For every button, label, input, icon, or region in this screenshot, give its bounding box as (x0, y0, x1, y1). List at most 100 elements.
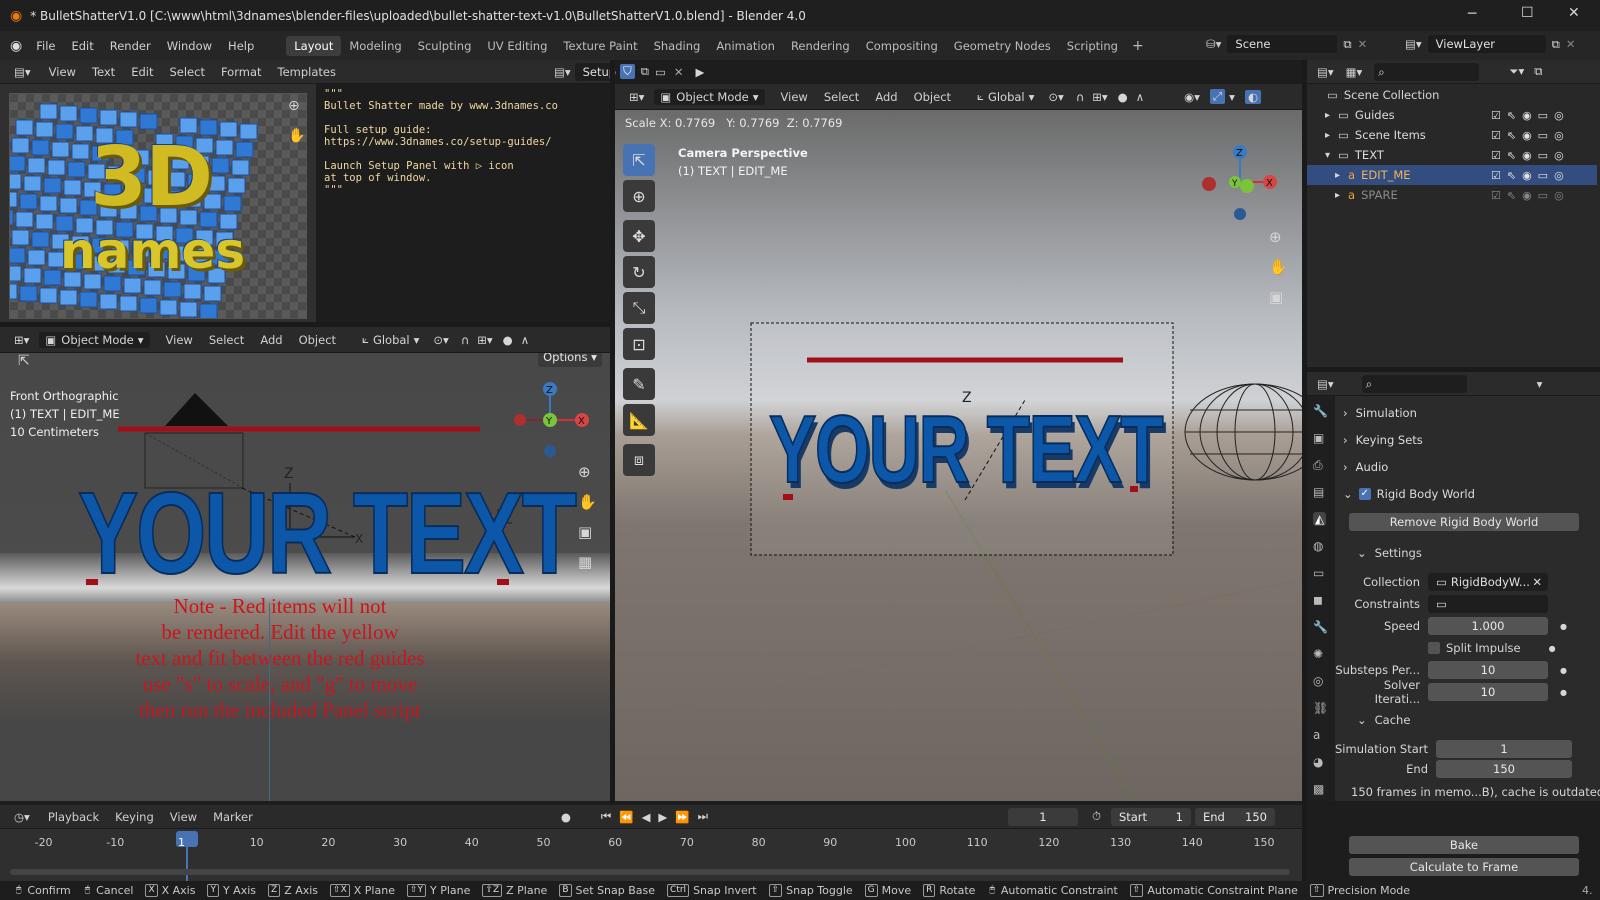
front-camera-icon[interactable]: ▣ (578, 523, 592, 541)
tab-rendering[interactable]: Rendering (783, 36, 858, 56)
camera-your-text[interactable]: YOUR TEXT (768, 399, 1164, 501)
tab-modeling[interactable]: Modeling (341, 36, 409, 56)
section-simulation[interactable]: › Simulation (1335, 402, 1600, 424)
front-your-text[interactable]: YOUR TEXT (77, 472, 578, 594)
preview-range-icon[interactable]: ⏱ (1092, 809, 1101, 824)
minimize-icon[interactable]: ─ (1468, 6, 1476, 22)
section-audio[interactable]: › Audio (1335, 456, 1600, 478)
collection-tab-icon[interactable]: ▭ (1313, 566, 1324, 580)
script-text[interactable]: """ Bullet Shatter made by www.3dnames.co… (324, 88, 558, 196)
menu-edit[interactable]: Edit (63, 39, 101, 53)
outliner-item-edit-me[interactable]: ▸ a EDIT_ME ☑⇖◉▭◎ (1307, 165, 1597, 185)
clear-collection-icon[interactable]: ✕ (1532, 573, 1542, 591)
editor-type-icon[interactable]: ▤▾ (14, 65, 31, 79)
section-cache[interactable]: ⌄ Cache (1335, 709, 1600, 731)
timeline-menu-marker[interactable]: Marker (205, 810, 261, 824)
solver-field[interactable]: 10 (1428, 683, 1548, 701)
viewport-type-icon[interactable]: ⊞▾ (629, 90, 644, 104)
play-icon[interactable]: ▶ (658, 810, 667, 824)
pivot-icon[interactable]: ⊙▾ (433, 333, 448, 347)
pan-hand-icon[interactable]: ✋ (288, 128, 305, 144)
prev-keyframe-icon[interactable]: ⏪ (619, 810, 633, 824)
properties-search-input[interactable]: ⌕ (1361, 374, 1467, 393)
timeline-menu-view[interactable]: View (162, 810, 205, 824)
collection-field[interactable]: ▭ RigidBodyW... ✕ (1428, 573, 1548, 591)
end-frame-field[interactable]: End 150 (1194, 807, 1275, 826)
front-menu-view[interactable]: View (158, 333, 201, 347)
falloff-icon[interactable]: ∧ (521, 333, 529, 347)
text-datablock-icon[interactable]: ▤▾ (554, 65, 571, 79)
jump-end-icon[interactable]: ⏭ (698, 809, 708, 824)
tab-geometry-nodes[interactable]: Geometry Nodes (946, 36, 1059, 56)
outliner-item-guides[interactable]: ▸ ▭ Guides ☑⇖◉▭◎ (1307, 105, 1597, 125)
world-tab-icon[interactable]: ◍ (1313, 539, 1323, 553)
visibility-icon[interactable]: ◉▾ (1184, 90, 1200, 104)
visibility-toggles-icon[interactable]: ☑⇖◉▭◎ (1491, 189, 1570, 202)
outliner-search-input[interactable]: ⌕ (1374, 62, 1480, 81)
menu-help[interactable]: Help (220, 39, 262, 53)
section-keying-sets[interactable]: › Keying Sets (1335, 429, 1600, 451)
properties-menu-icon[interactable]: ▾ (1537, 377, 1543, 391)
camera-orientation-select[interactable]: Global (988, 90, 1025, 104)
open-text-icon[interactable]: ▭ (655, 65, 666, 79)
current-frame-field[interactable]: 1 (1007, 807, 1078, 826)
menu-file[interactable]: File (28, 39, 63, 53)
particles-tab-icon[interactable]: ✺ (1313, 647, 1323, 661)
section-settings[interactable]: ⌄ Settings (1335, 542, 1600, 564)
data-tab-icon[interactable]: a (1313, 728, 1320, 742)
camera-menu-view[interactable]: View (773, 90, 816, 104)
filter-icon[interactable]: ⏷▾ (1509, 64, 1524, 79)
scene-remove-icon[interactable]: ✕ (1358, 37, 1368, 51)
keyframe-dot-icon[interactable]: ● (1560, 688, 1567, 697)
camera-menu-object[interactable]: Object (906, 90, 959, 104)
area-splitter[interactable] (610, 60, 615, 805)
auto-key-icon[interactable]: ● (561, 810, 571, 824)
fake-user-icon[interactable]: ⛉ (620, 64, 635, 79)
add-workspace-icon[interactable]: + (1132, 38, 1144, 54)
gizmo-toggle-icon[interactable]: ⤢ (1209, 89, 1226, 104)
snap-target-icon[interactable]: ⊞▾ (477, 333, 492, 347)
camera-menu-select[interactable]: Select (816, 90, 867, 104)
substeps-field[interactable]: 10 (1428, 661, 1548, 679)
run-script-icon[interactable]: ▶ (695, 65, 704, 79)
text-menu-templates[interactable]: Templates (270, 65, 344, 79)
tab-animation[interactable]: Animation (708, 36, 783, 56)
outliner-item-text[interactable]: ▾ ▭ TEXT ☑⇖◉▭◎ (1307, 145, 1597, 165)
menu-window[interactable]: Window (159, 39, 220, 53)
keyframe-dot-icon[interactable]: ● (1549, 644, 1556, 653)
close-window-icon[interactable]: ✕ (1568, 5, 1580, 21)
visibility-toggles-icon[interactable]: ☑⇖◉▭◎ (1491, 169, 1570, 182)
camera-zoom-icon[interactable]: ⊕ (1269, 228, 1282, 246)
tab-sculpting[interactable]: Sculpting (410, 36, 480, 56)
visibility-toggles-icon[interactable]: ☑⇖◉▭◎ (1491, 109, 1570, 122)
tab-compositing[interactable]: Compositing (858, 36, 946, 56)
front-zoom-icon[interactable]: ⊕ (578, 463, 591, 481)
scene-selector[interactable]: ⛁▾ Scene ⧉ ✕ (1206, 35, 1367, 53)
area-splitter[interactable] (0, 322, 610, 327)
viewlayer-remove-icon[interactable]: ✕ (1566, 37, 1576, 51)
material-tab-icon[interactable]: ◕ (1313, 755, 1323, 769)
camera-menu-add[interactable]: Add (867, 90, 905, 104)
outliner-type-icon[interactable]: ▤▾ (1317, 65, 1334, 79)
chevron-right-icon[interactable]: ▸ (1325, 130, 1330, 141)
scene-tab-icon[interactable]: ◭ (1313, 512, 1327, 526)
modifier-tab-icon[interactable]: 🔧 (1313, 620, 1328, 634)
chevron-right-icon[interactable]: ▸ (1325, 110, 1330, 121)
timeline-scrollbar[interactable] (10, 869, 1290, 875)
timeline-body[interactable] (0, 829, 1302, 881)
front-orientation-select[interactable]: Global (373, 333, 410, 347)
text-menu-select[interactable]: Select (161, 65, 212, 79)
outliner-scene-collection[interactable]: ▭ Scene Collection (1307, 85, 1597, 105)
visibility-toggles-icon[interactable]: ☑⇖◉▭◎ (1491, 129, 1570, 142)
front-menu-add[interactable]: Add (252, 333, 290, 347)
tab-shading[interactable]: Shading (646, 36, 709, 56)
front-viewport[interactable]: ⇱ Options ▾ Front Orthographic (1) TEXT … (0, 353, 610, 801)
viewlayer-new-icon[interactable]: ⧉ (1552, 37, 1560, 52)
front-mode-select[interactable]: ▣ Object Mode ▾ (39, 331, 150, 348)
area-splitter[interactable] (1307, 367, 1600, 372)
text-menu-view[interactable]: View (41, 65, 84, 79)
gizmo-menu-icon[interactable]: ▾ (1229, 90, 1235, 104)
camera-viewport[interactable]: Scale X: 0.7769 Y: 0.7769 Z: 0.7769 Came… (615, 110, 1302, 801)
rigid-body-checkbox[interactable]: ✓ (1358, 488, 1371, 500)
outliner-item-scene-items[interactable]: ▸ ▭ Scene Items ☑⇖◉▭◎ (1307, 125, 1597, 145)
